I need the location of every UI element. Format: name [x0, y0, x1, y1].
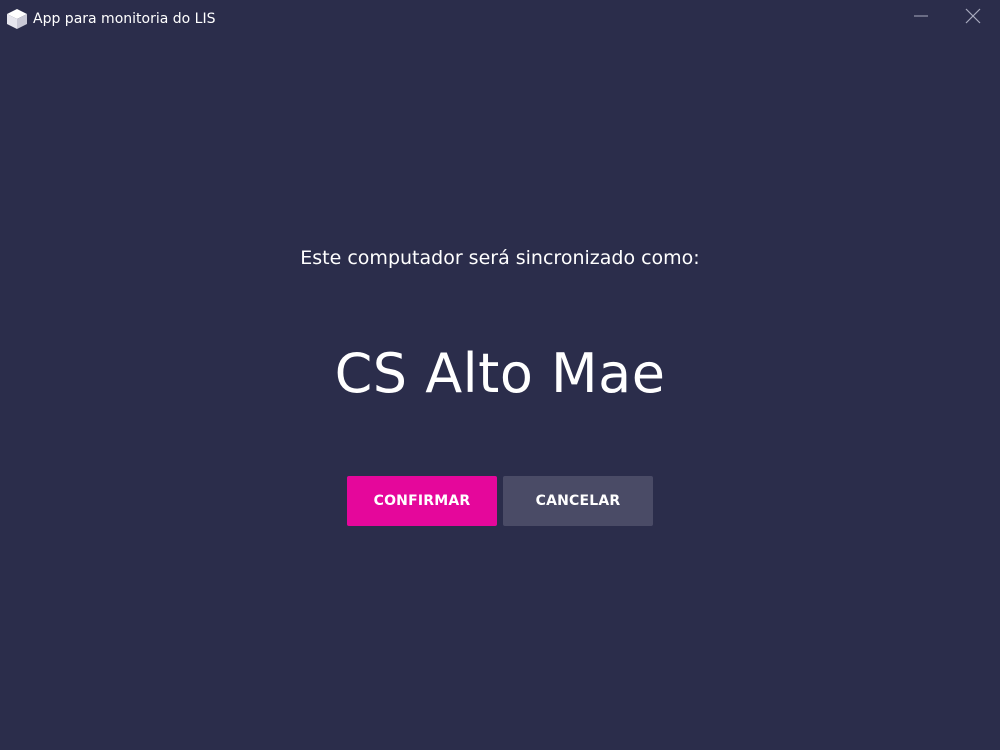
app-window: App para monitoria do LIS Este computado…: [0, 0, 1000, 750]
sync-confirmation-panel: Este computador será sincronizado como: …: [0, 0, 1000, 750]
sync-prompt: Este computador será sincronizado como:: [300, 247, 700, 269]
computer-name: CS Alto Mae: [334, 342, 666, 405]
confirm-button[interactable]: CONFIRMAR: [347, 476, 497, 526]
cancel-button[interactable]: CANCELAR: [503, 476, 653, 526]
